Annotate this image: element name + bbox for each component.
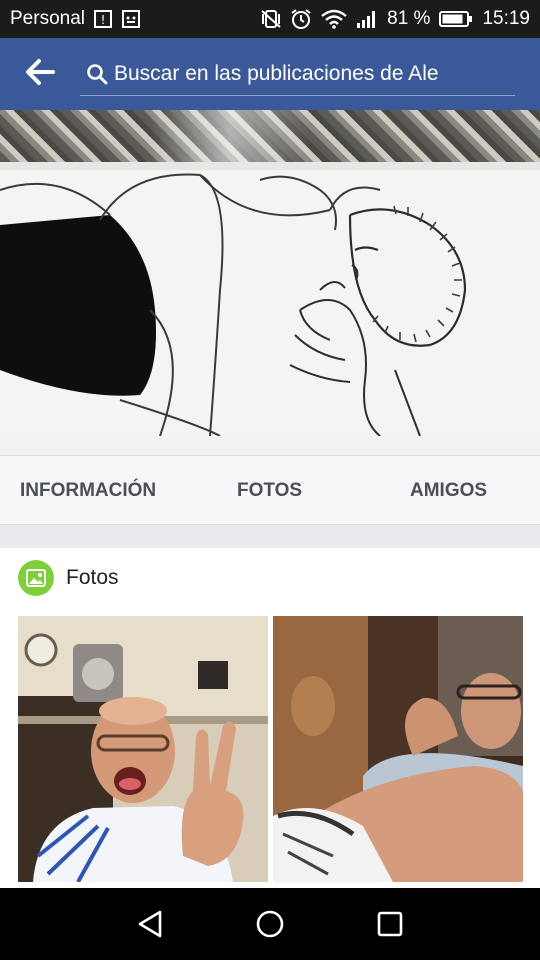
signal-icon	[356, 9, 378, 29]
clock: 15:19	[482, 8, 530, 29]
cover-illustration	[0, 170, 540, 437]
photos-card: Fotos	[0, 548, 540, 888]
arrow-left-icon	[25, 58, 55, 90]
cover-image[interactable]	[0, 110, 540, 455]
search-input[interactable]: Buscar en las publicaciones de Ale	[80, 52, 515, 96]
photo-thumbnail-1[interactable]	[18, 616, 268, 882]
back-triangle-icon[interactable]	[132, 906, 168, 942]
recents-square-icon[interactable]	[372, 906, 408, 942]
photos-title: Fotos	[66, 566, 119, 589]
carrier-label: Personal	[10, 8, 85, 29]
app-header: Buscar en las publicaciones de Ale	[0, 38, 540, 110]
battery-icon	[439, 10, 473, 28]
screen: Personal ! 81 % 15:19 Buscar en las publ…	[0, 0, 540, 960]
cover-photo-strip	[0, 110, 540, 162]
tab-fotos[interactable]: FOTOS	[237, 480, 302, 502]
profile-tabs: INFORMACIÓN FOTOS AMIGOS	[0, 455, 540, 525]
wifi-icon	[321, 9, 347, 29]
photos-header[interactable]: Fotos	[18, 560, 119, 596]
status-bar: Personal ! 81 % 15:19	[0, 0, 540, 38]
sim-card-icon: !	[93, 9, 113, 29]
photo-thumbnail-2[interactable]	[273, 616, 523, 882]
battery-percent: 81 %	[387, 8, 431, 29]
tab-amigos[interactable]: AMIGOS	[410, 480, 487, 502]
svg-text:!: !	[101, 13, 106, 27]
back-button[interactable]	[0, 38, 80, 110]
search-query-text: Buscar en las publicaciones de Ale	[114, 61, 439, 85]
search-icon	[80, 63, 114, 85]
photo-icon	[18, 560, 54, 596]
tab-informacion[interactable]: INFORMACIÓN	[20, 480, 156, 502]
home-circle-icon[interactable]	[252, 906, 288, 942]
system-nav-bar	[0, 888, 540, 960]
notification-icon	[121, 9, 141, 29]
alarm-icon	[290, 8, 312, 30]
vibrate-icon	[261, 8, 281, 30]
